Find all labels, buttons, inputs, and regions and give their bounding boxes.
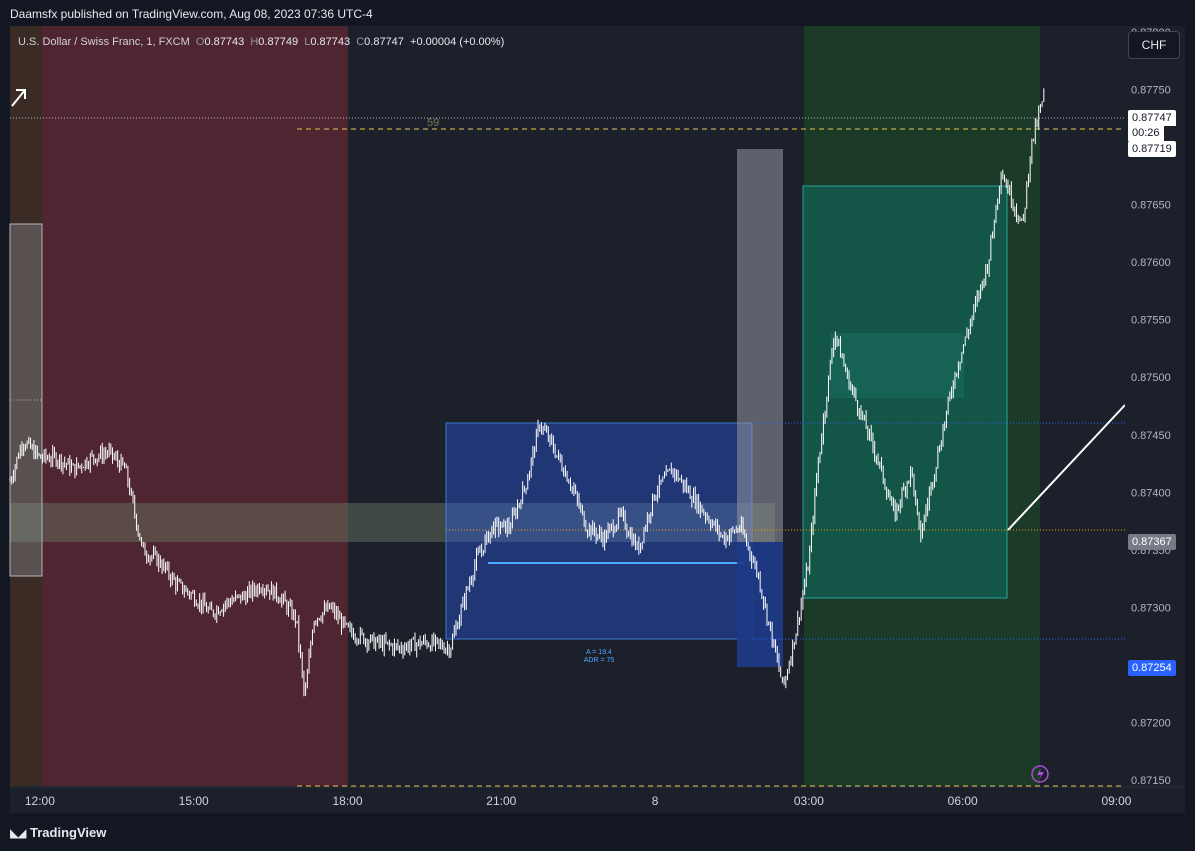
x-tick-label: 06:00 <box>948 794 978 808</box>
x-tick-label: 12:00 <box>25 794 55 808</box>
y-tick-label: 0.87150 <box>1131 775 1171 787</box>
range-adr-label: ADR = 75 <box>584 657 615 664</box>
currency-button[interactable]: CHF <box>1128 31 1180 59</box>
x-tick-label: 8 <box>652 794 659 808</box>
x-tick-label: 15:00 <box>179 794 209 808</box>
x-tick-label: 21:00 <box>486 794 516 808</box>
y-tick-label: 0.87200 <box>1131 718 1171 730</box>
x-tick-label: 09:00 <box>1101 794 1131 808</box>
brand-name: TradingView <box>30 825 107 840</box>
tradingview-logo-icon: ◣◢ <box>10 826 26 840</box>
y-tick-label: 0.87400 <box>1131 487 1171 499</box>
y-tick-label: 0.87300 <box>1131 603 1171 615</box>
low-level-tag: 0.87254 <box>1128 660 1176 676</box>
change-value: +0.00004 (+0.00%) <box>410 36 505 48</box>
teal-inner-box <box>830 333 964 398</box>
y-tick-label: 0.87600 <box>1131 257 1171 269</box>
countdown-tag: 00:26 <box>1128 125 1164 141</box>
price-chart[interactable]: 59 A = 19.4 ADR = 75 0.878000.877500.877… <box>0 0 1195 851</box>
y-tick-label: 0.87450 <box>1131 430 1171 442</box>
y-tick-label: 0.87550 <box>1131 315 1171 327</box>
level-label-59: 59 <box>427 117 439 129</box>
brand[interactable]: ◣◢ TradingView <box>10 825 106 840</box>
symbol-name: U.S. Dollar / Swiss Franc, 1, FXCM <box>18 36 190 48</box>
grey-vertical-box <box>737 149 783 542</box>
y-tick-label: 0.87750 <box>1131 84 1171 96</box>
high-value: 0.87749 <box>258 36 299 48</box>
close-value: 0.87747 <box>364 36 404 48</box>
x-tick-label: 03:00 <box>794 794 824 808</box>
mid-level-tag: 0.87367 <box>1128 534 1176 550</box>
last-price-tag: 0.87747 <box>1128 110 1176 126</box>
low-value: 0.87743 <box>310 36 351 48</box>
open-value: 0.87743 <box>204 36 245 48</box>
time-axis: 12:00 15:00 18:00 21:00 8 03:00 06:00 09:00 <box>25 794 1132 808</box>
symbol-legend: U.S. Dollar / Swiss Franc, 1, FXCM O0.87… <box>18 36 504 48</box>
navy-vertical-box <box>737 542 783 667</box>
upper-level-tag: 0.87719 <box>1128 141 1176 157</box>
x-tick-label: 18:00 <box>332 794 362 808</box>
y-tick-label: 0.87650 <box>1131 199 1171 211</box>
close-label: C <box>356 36 365 48</box>
range-a-label: A = 19.4 <box>586 649 612 656</box>
y-tick-label: 0.87500 <box>1131 372 1171 384</box>
